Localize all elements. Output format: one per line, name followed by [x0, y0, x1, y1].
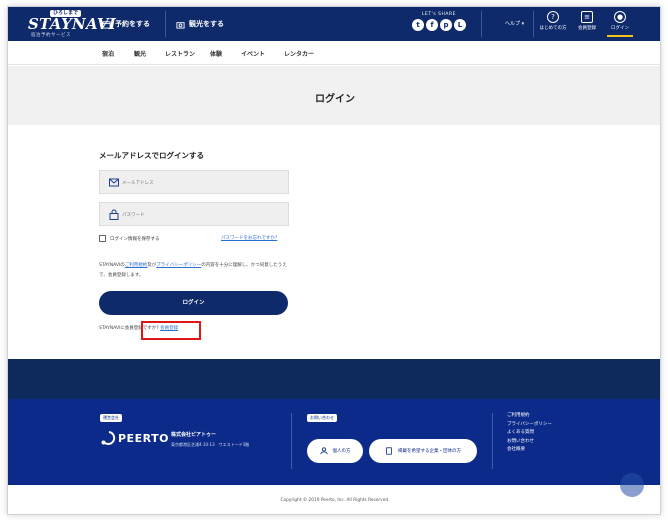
share-label: LET's SHARE [422, 12, 456, 17]
category-nav: 宿泊 観光 レストラン 体験 イベント レンタカー [8, 41, 660, 65]
login-link[interactable]: ● ログイン [603, 11, 637, 37]
footer-link-company[interactable]: 会社概要 [507, 446, 552, 455]
mail-icon [109, 178, 119, 187]
copyright: Copyright © 2019 Peerto, Inc. All Rights… [8, 485, 660, 514]
scroll-top-button[interactable] [620, 473, 644, 497]
email-input[interactable] [122, 171, 282, 193]
nav-book-button[interactable]: 予約をする [102, 16, 150, 32]
lock-icon [109, 209, 119, 220]
question-icon: ? [547, 11, 559, 23]
highlight-box [141, 321, 201, 340]
contact-individual-label: 個人の方 [332, 449, 351, 454]
nav-item-restaurant[interactable]: レストラン [165, 49, 195, 58]
terms-link[interactable]: ご利用規約 [125, 263, 148, 268]
footer-divider [492, 413, 493, 469]
company-address: 東京都港区芝浦4-10-13 ワエスト―ド3階 [171, 442, 250, 447]
email-field[interactable] [99, 170, 289, 194]
calendar-icon [102, 20, 111, 29]
terms-notice: STAYNAVIのご利用規約及びプライバシーポリシーの内容を十分に理解し、かつ同… [99, 261, 294, 281]
operator-tag: 運営会社 [100, 414, 122, 422]
footer-links: ご利用規約 プライバシーポリシー よくある質問 お問い合わせ 会社概要 [507, 412, 552, 455]
pinterest-icon[interactable]: p [440, 19, 452, 31]
register-label: 会員登録 [578, 26, 596, 31]
browser-frame: ひろしまで STAYNAVI 宿泊予約サービス 予約をする 観光をする LET'… [7, 6, 661, 515]
footer-link-privacy[interactable]: プライバシーポリシー [507, 421, 552, 430]
nav-item-experience[interactable]: 体験 [210, 49, 222, 58]
company-logo-text: PEERTO [118, 431, 169, 445]
nav-sightseeing-label: 観光をする [189, 20, 224, 28]
contact-tag: お問い合わせ [307, 414, 337, 422]
user-icon: ● [614, 11, 626, 23]
login-button[interactable]: ログイン [99, 291, 288, 315]
footer: 運営会社 PEERTO 株式会社ピアトゥー 東京都港区芝浦4-10-13 ワエス… [8, 399, 660, 485]
nav-sightseeing-button[interactable]: 観光をする [176, 16, 224, 32]
footer-link-terms[interactable]: ご利用規約 [507, 412, 552, 421]
nav-book-label: 予約をする [115, 20, 150, 28]
terms-mid: 及び [147, 263, 157, 268]
contact-corporate-button[interactable]: 掲載を希望する企業・団体の方 [369, 439, 477, 463]
title-section: ログイン [8, 66, 660, 125]
member-card-icon: ≡ [581, 11, 593, 23]
staynavi-logo[interactable]: ひろしまで STAYNAVI 宿泊予約サービス [28, 10, 116, 38]
logo-subtitle: 宿泊予約サービス [31, 33, 71, 38]
twitter-icon[interactable]: t [412, 19, 424, 31]
camera-icon [176, 21, 185, 29]
person-icon [319, 447, 328, 455]
header-divider [481, 11, 482, 37]
guide-label: はじめての方 [539, 26, 567, 31]
building-icon [386, 447, 392, 455]
login-label: ログイン [611, 26, 629, 31]
nav-item-event[interactable]: イベント [241, 49, 265, 58]
header-divider [165, 11, 166, 37]
contact-individual-button[interactable]: 個人の方 [307, 439, 363, 463]
contact-corporate-label: 掲載を希望する企業・団体の方 [398, 449, 461, 454]
peerto-mark-icon [101, 431, 116, 445]
company-name: 株式会社ピアトゥー [171, 432, 217, 438]
line-icon[interactable]: L [454, 19, 466, 31]
guide-link[interactable]: ? はじめての方 [536, 11, 570, 31]
privacy-link[interactable]: プライバシーポリシー [156, 263, 201, 268]
nav-item-stay[interactable]: 宿泊 [102, 49, 114, 58]
peerto-logo[interactable]: PEERTO [100, 430, 169, 446]
footer-divider [291, 413, 292, 469]
share-group: LET's SHARE t f p L [408, 12, 470, 31]
footer-band [8, 359, 660, 399]
forgot-password-link[interactable]: パスワードをお忘れですか? [221, 235, 277, 241]
remember-label: ログイン情報を保存する [110, 236, 160, 242]
remember-checkbox[interactable] [99, 235, 106, 242]
top-header: ひろしまで STAYNAVI 宿泊予約サービス 予約をする 観光をする LET'… [8, 7, 660, 41]
header-divider [533, 11, 534, 37]
page-title: ログイン [315, 94, 355, 105]
help-dropdown[interactable]: ヘルプ ▾ [505, 20, 524, 27]
password-input[interactable] [122, 203, 282, 225]
facebook-icon[interactable]: f [426, 19, 438, 31]
register-link[interactable]: ≡ 会員登録 [570, 11, 604, 31]
nav-item-rentacar[interactable]: レンタカー [284, 49, 314, 58]
footer-link-faq[interactable]: よくある質問 [507, 429, 552, 438]
password-field[interactable] [99, 202, 289, 226]
nav-item-sightseeing[interactable]: 観光 [134, 49, 146, 58]
login-heading: メールアドレスでログインする [99, 151, 204, 160]
footer-link-contact[interactable]: お問い合わせ [507, 438, 552, 447]
terms-prefix: STAYNAVIの [99, 263, 125, 268]
remember-login[interactable]: ログイン情報を保存する [99, 235, 160, 242]
